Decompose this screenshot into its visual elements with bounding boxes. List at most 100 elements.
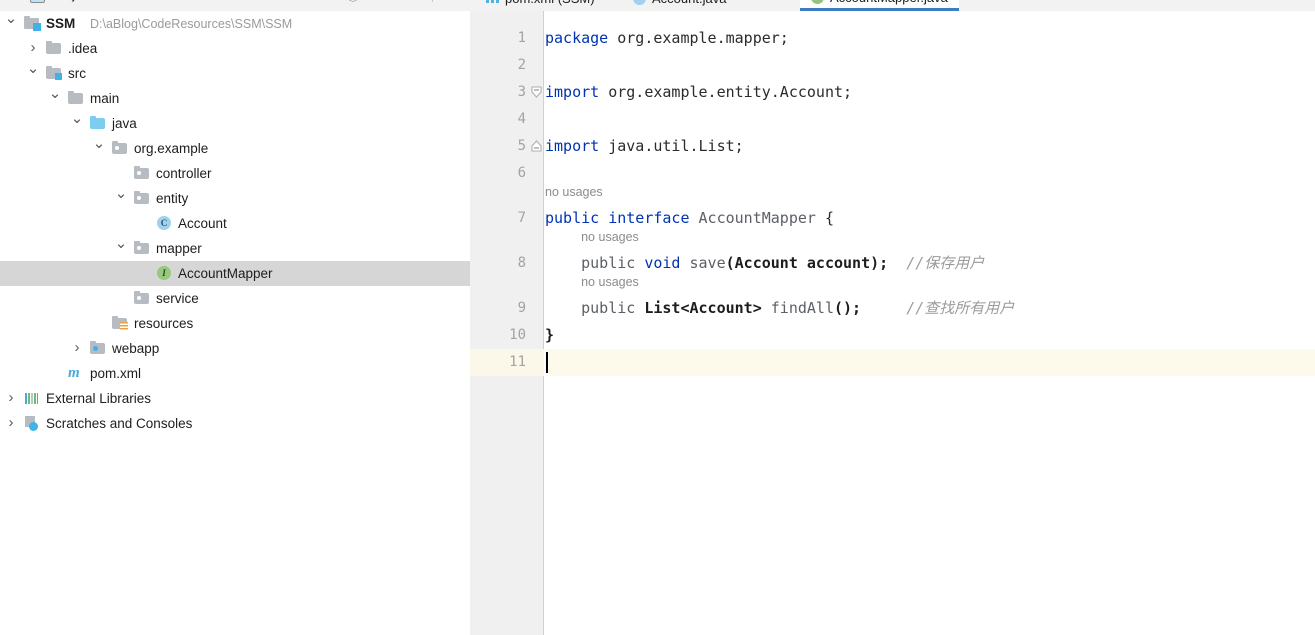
chevron-down-icon[interactable] <box>26 60 40 87</box>
line-number: 8 <box>517 255 526 271</box>
code-token: List<Account> <box>644 299 762 317</box>
code-token: org.example.mapper; <box>608 29 789 47</box>
editor-tab-2[interactable]: Account.java <box>622 0 737 11</box>
code-token: AccountMapper <box>698 209 816 227</box>
interface-icon: I <box>156 265 172 281</box>
code-token: import <box>545 83 600 101</box>
code-line[interactable]: package org.example.mapper; <box>545 25 789 52</box>
code-line[interactable]: public void save(Account account); //保存用… <box>581 250 984 277</box>
collapse-all-icon[interactable]: ⊻ <box>374 0 390 2</box>
editor-tab-strip: pom.xml (SSM) Account.java AccountMapper.j… <box>470 0 1315 11</box>
tree-node-label: service <box>156 291 199 306</box>
project-tool-window: SSM D:\aBlog\CodeResources\SSM\SSM .idea sr… <box>0 11 470 635</box>
tool-window-title: Project <box>52 0 92 2</box>
project-root-icon <box>24 15 41 31</box>
line-number: 5 <box>517 138 526 154</box>
tree-node-webapp[interactable]: webapp <box>0 336 470 361</box>
chevron-right-icon[interactable] <box>70 335 84 362</box>
external-libraries-icon <box>24 390 40 406</box>
project-tree: SSM D:\aBlog\CodeResources\SSM\SSM .idea sr… <box>0 11 470 431</box>
tree-node-label: org.example <box>134 141 209 156</box>
tree-node-src[interactable]: src <box>0 61 470 86</box>
tree-node-label: Scratches and Consoles <box>46 416 193 431</box>
chevron-down-icon[interactable] <box>70 110 84 137</box>
code-token: (); <box>833 299 862 317</box>
webapp-folder-icon <box>90 340 106 356</box>
line-number: 1 <box>517 30 526 46</box>
tree-node-pom-xml[interactable]: m pom.xml <box>0 361 470 386</box>
tree-node--idea[interactable]: .idea <box>0 36 470 61</box>
maven-icon <box>486 0 499 5</box>
inlay-hint-no-usages[interactable]: no usages <box>545 177 603 204</box>
line-number: 2 <box>517 57 526 73</box>
interface-icon <box>811 0 824 4</box>
tree-node-label: java <box>112 116 137 131</box>
scratches-icon <box>24 415 40 431</box>
tree-node-mapper[interactable]: mapper <box>0 236 470 261</box>
code-line[interactable]: public List<Account> findAll(); //查找所有用户 <box>581 295 1014 322</box>
tree-node-entity[interactable]: entity <box>0 186 470 211</box>
editor-tab-1[interactable]: pom.xml (SSM) <box>475 0 606 11</box>
tree-node-accountmapper[interactable]: I AccountMapper <box>0 261 470 286</box>
tree-node-java[interactable]: java <box>0 111 470 136</box>
code-token: package <box>545 29 609 47</box>
chevron-down-icon[interactable]: ▾ <box>112 0 117 3</box>
resources-folder-icon <box>112 315 128 331</box>
chevron-right-icon[interactable] <box>26 35 40 62</box>
code-line[interactable]: import java.util.List; <box>545 133 744 160</box>
chevron-down-icon[interactable] <box>114 235 128 262</box>
tree-node-scratches-and-consoles[interactable]: Scratches and Consoles <box>0 411 470 436</box>
code-token: ( <box>725 254 735 272</box>
code-token: //查找所有用户 <box>906 299 1015 317</box>
code-line[interactable]: import org.example.entity.Account; <box>545 79 852 106</box>
maven-icon: m <box>68 365 80 381</box>
code-editor[interactable]: 1 2 3 4 5 6 7 8 9 10 11 package org.example.mapper… <box>470 11 1315 635</box>
editor-tab-label: Account.java <box>652 0 726 6</box>
help-icon[interactable]: ⓘ <box>345 0 361 2</box>
toolbar-divider <box>432 0 433 2</box>
line-number: 9 <box>517 300 526 316</box>
code-token: void <box>644 254 681 272</box>
code-token: org.example.entity.Account; <box>599 83 853 101</box>
chevron-right-icon[interactable] <box>4 410 18 437</box>
editor-code-area[interactable]: package org.example.mapper; import org.ex… <box>545 11 1315 635</box>
editor-tab-label: pom.xml (SSM) <box>505 0 595 6</box>
tree-node-resources[interactable]: resources <box>0 311 470 336</box>
code-line[interactable]: } <box>545 322 554 349</box>
folder-java-icon <box>90 115 106 131</box>
inlay-hint-no-usages[interactable]: no usages <box>581 267 639 294</box>
editor-tab-3[interactable]: AccountMapper.java <box>800 0 959 11</box>
tree-node-controller[interactable]: controller <box>0 161 470 186</box>
tree-node-label: controller <box>156 166 212 181</box>
line-number: 4 <box>517 111 526 127</box>
code-token: findAll <box>770 299 834 317</box>
code-token: ); <box>870 254 889 272</box>
tree-node-path: D:\aBlog\CodeResources\SSM\SSM <box>90 16 293 31</box>
tree-node-ssm[interactable]: SSM D:\aBlog\CodeResources\SSM\SSM <box>0 11 470 36</box>
tree-node-label: webapp <box>112 341 160 356</box>
tree-node-org-example[interactable]: org.example <box>0 136 470 161</box>
tree-node-main[interactable]: main <box>0 86 470 111</box>
line-number: 3 <box>517 84 526 100</box>
chevron-right-icon[interactable] <box>4 385 18 412</box>
chevron-down-icon[interactable] <box>4 11 18 37</box>
text-caret <box>546 352 548 373</box>
fold-collapse-down-icon[interactable] <box>530 86 543 99</box>
code-token: Account account <box>734 254 871 272</box>
editor-gutter[interactable]: 1 2 3 4 5 6 7 8 9 10 11 <box>470 11 544 635</box>
tree-node-external-libraries[interactable]: External Libraries <box>0 386 470 411</box>
inlay-hint-no-usages[interactable]: no usages <box>581 222 639 249</box>
chevron-down-icon[interactable] <box>114 185 128 212</box>
tree-node-label: mapper <box>156 241 202 256</box>
fold-collapse-up-icon[interactable] <box>530 140 543 153</box>
chevron-down-icon[interactable] <box>92 135 106 162</box>
hide-icon[interactable]: ▲ <box>403 0 419 2</box>
tree-node-account[interactable]: C Account <box>0 211 470 236</box>
ide-window: Project ▾ ⓘ ⊻ ▲ ✚ pom.xml (SSM) Account.j… <box>0 0 1315 635</box>
tree-node-service[interactable]: service <box>0 286 470 311</box>
package-icon <box>134 240 150 256</box>
tree-node-label: .idea <box>68 41 98 56</box>
settings-icon[interactable]: ✚ <box>446 0 462 2</box>
chevron-down-icon[interactable] <box>48 85 62 112</box>
